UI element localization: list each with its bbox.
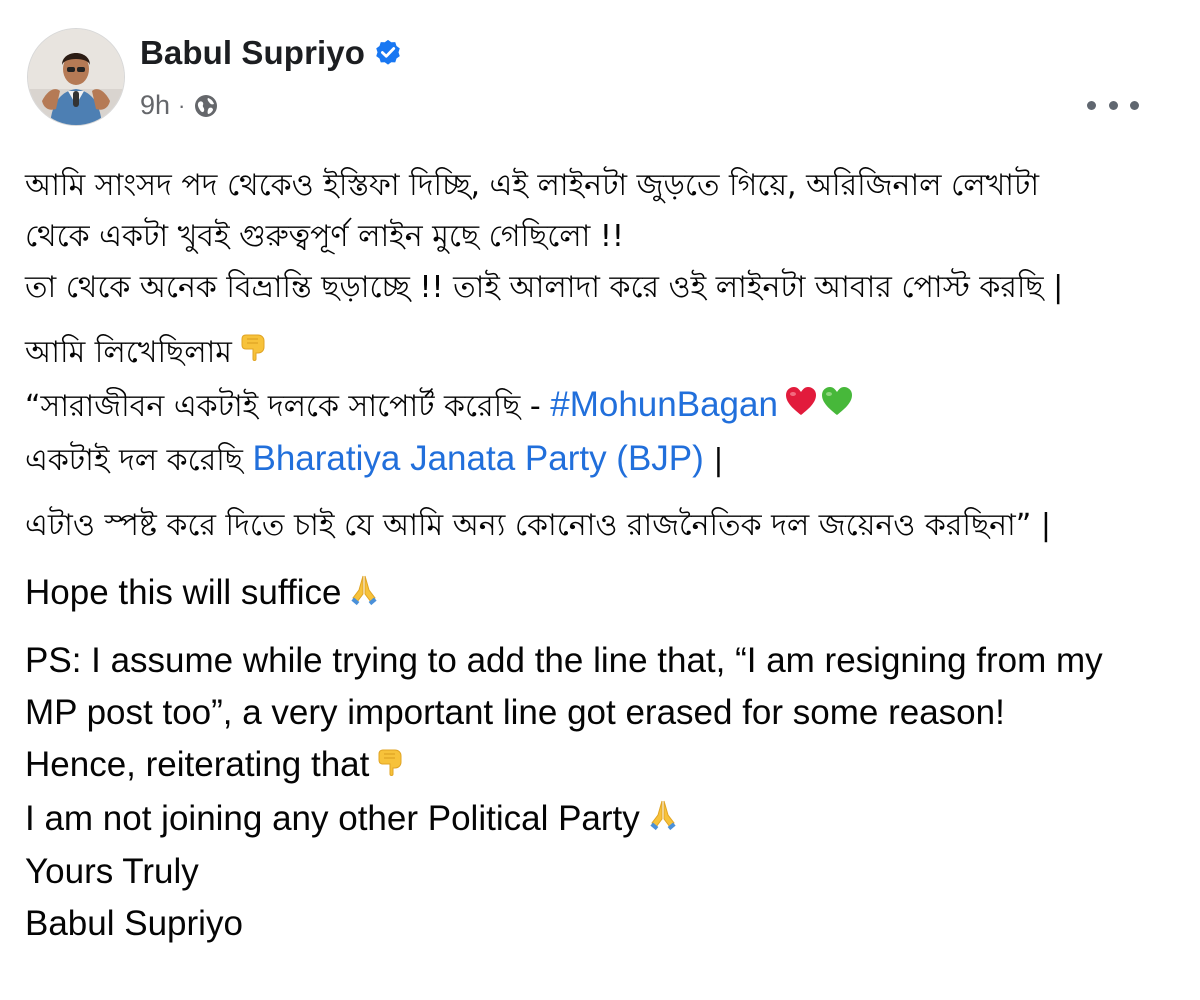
- post-header: Babul Supriyo 9h ·: [27, 28, 1177, 138]
- globe-icon[interactable]: [193, 93, 219, 119]
- avatar[interactable]: [27, 28, 125, 126]
- meta-separator: ·: [178, 92, 186, 118]
- post-meta: 9h ·: [140, 90, 219, 121]
- text-line: Yours Truly: [25, 852, 199, 892]
- text-line: Hence, reiterating that: [25, 739, 1175, 793]
- wrote-text: আমি লিখেছিলাম: [25, 335, 232, 370]
- quote-text-1: “সারাজীবন একটাই দলকে সাপোর্ট করেছি -: [25, 389, 551, 424]
- more-dot: [1108, 100, 1118, 110]
- more-options-icon[interactable]: [1087, 92, 1139, 118]
- verified-badge-icon: [373, 38, 403, 68]
- text-line: PS: I assume while trying to add the lin…: [25, 640, 1103, 680]
- quote-text-2-end: |: [703, 443, 724, 478]
- bengali-paragraph-3: এটাও স্পষ্ট করে দিতে চাই যে আমি অন্য কোন…: [25, 500, 1175, 551]
- text-line: তা থেকে অনেক বিভ্রান্তি ছড়াচ্ছে !! তাই …: [25, 270, 1064, 305]
- hashtag-link[interactable]: #MohunBagan: [550, 385, 778, 424]
- text-line: Babul Supriyo: [25, 904, 243, 944]
- backhand-index-pointing-down-icon: [375, 741, 409, 793]
- text-line: এটাও স্পষ্ট করে দিতে চাই যে আমি অন্য কোন…: [25, 508, 1051, 543]
- text-line: একটাই দল করেছি Bharatiya Janata Party (B…: [25, 433, 1175, 486]
- author-name[interactable]: Babul Supriyo: [140, 34, 365, 72]
- post-time[interactable]: 9h: [140, 90, 170, 121]
- folded-hands-icon: [347, 569, 381, 621]
- text-line: আমি লিখেছিলাম: [25, 327, 1175, 379]
- text-line: I am not joining any other Political Par…: [25, 793, 1175, 847]
- hope-text: Hope this will suffice: [25, 573, 342, 612]
- bengali-paragraph-1: আমি সাংসদ পদ থেকেও ইস্তিফা দিচ্ছি, এই লা…: [25, 160, 1175, 313]
- green-heart-icon: [820, 382, 854, 433]
- hence-text: Hence, reiterating that: [25, 744, 370, 784]
- author-row: Babul Supriyo: [140, 34, 403, 72]
- red-heart-icon: [784, 382, 818, 433]
- english-hope-paragraph: Hope this will suffice: [25, 567, 1175, 621]
- not-joining-text: I am not joining any other Political Par…: [25, 798, 640, 838]
- text-line: MP post too”, a very important line got …: [25, 692, 1005, 732]
- more-dot: [1130, 100, 1139, 110]
- more-dot: [1087, 100, 1096, 110]
- facebook-post: Babul Supriyo 9h · আমি সাংসদ পদ থেকেও ইস…: [0, 0, 1200, 1000]
- text-line: থেকে একটা খুবই গুরুত্বপূর্ণ লাইন মুছে গে…: [25, 219, 624, 254]
- post-body: আমি সাংসদ পদ থেকেও ইস্তিফা দিচ্ছি, এই লা…: [25, 160, 1175, 950]
- backhand-index-pointing-down-icon: [238, 328, 272, 379]
- quote-text-2: একটাই দল করেছি: [25, 443, 253, 478]
- text-line: আমি সাংসদ পদ থেকেও ইস্তিফা দিচ্ছি, এই লা…: [25, 168, 1040, 203]
- text-line: “সারাজীবন একটাই দলকে সাপোর্ট করেছি - #Mo…: [25, 379, 1175, 433]
- party-link[interactable]: Bharatiya Janata Party (BJP): [253, 439, 704, 478]
- english-ps-paragraph: PS: I assume while trying to add the lin…: [25, 635, 1175, 951]
- bengali-paragraph-2: আমি লিখেছিলাম “সারাজীবন একটাই দলকে সাপোর…: [25, 327, 1175, 486]
- folded-hands-icon: [646, 794, 680, 846]
